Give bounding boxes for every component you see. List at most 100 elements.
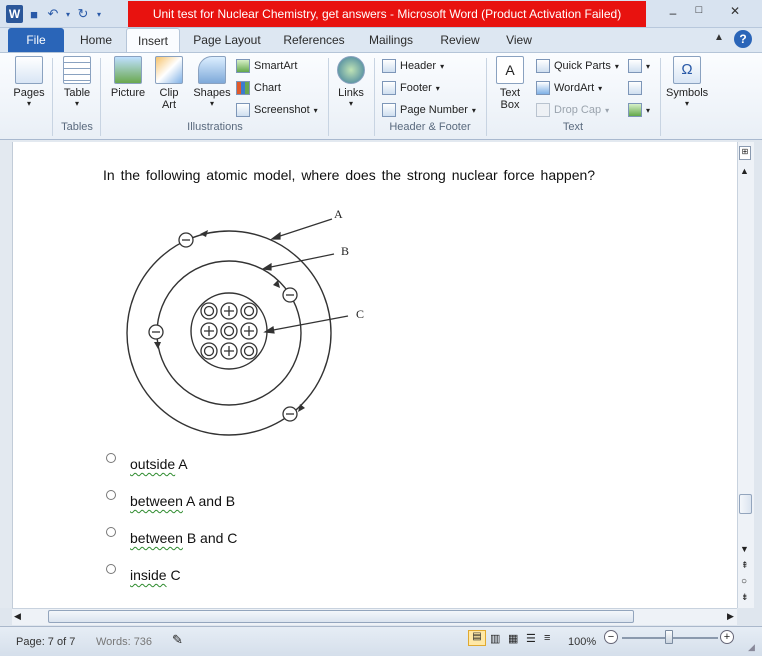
picture-button[interactable]: Picture xyxy=(106,56,150,99)
table-icon xyxy=(63,56,91,84)
horizontal-scroll-thumb[interactable] xyxy=(48,610,634,623)
zoom-slider-thumb[interactable] xyxy=(665,630,673,644)
tab-review[interactable]: Review xyxy=(432,28,488,52)
customize-qat-icon[interactable]: ▾ xyxy=(94,6,104,22)
pages-button[interactable]: Pages ▾ xyxy=(10,56,48,108)
radio-button[interactable] xyxy=(106,527,116,537)
scroll-thumb[interactable] xyxy=(739,494,752,514)
ruler-toggle-icon[interactable]: ⊞ xyxy=(739,146,751,160)
option-text: B and C xyxy=(182,530,238,546)
chart-label: Chart xyxy=(254,82,281,94)
drop-cap-label: Drop Cap xyxy=(554,104,602,116)
radio-button[interactable] xyxy=(106,564,116,574)
symbols-button[interactable]: Ω Symbols ▾ xyxy=(666,56,708,108)
scroll-right-icon[interactable]: ▶ xyxy=(727,611,734,622)
full-screen-reading-icon[interactable]: ▥ xyxy=(490,632,500,645)
links-label: Links xyxy=(338,87,364,99)
header-button[interactable]: Header ▾ xyxy=(382,57,444,75)
text-box-button[interactable]: A Text Box xyxy=(492,56,528,111)
chevron-down-icon: ▾ xyxy=(605,105,610,115)
screenshot-icon xyxy=(236,103,250,117)
page-count[interactable]: Page: 7 of 7 xyxy=(16,636,75,648)
scroll-up-icon[interactable]: ▲ xyxy=(740,166,749,176)
zoom-out-icon[interactable]: − xyxy=(604,630,618,644)
undo-icon[interactable]: ↶ xyxy=(45,6,61,22)
answer-option[interactable]: between A and B xyxy=(106,490,235,509)
web-layout-icon[interactable]: ▦ xyxy=(508,632,518,645)
picture-label: Picture xyxy=(110,87,146,99)
links-button[interactable]: Links ▾ xyxy=(334,56,368,108)
answer-option[interactable]: outside A xyxy=(106,453,188,472)
shapes-label: Shapes xyxy=(193,87,231,99)
close-button[interactable]: ✕ xyxy=(718,4,752,22)
shapes-button[interactable]: Shapes ▾ xyxy=(190,56,234,108)
table-button[interactable]: Table ▾ xyxy=(58,56,96,108)
radio-button[interactable] xyxy=(106,490,116,500)
minimize-button[interactable]: – xyxy=(664,6,682,20)
chevron-down-icon: ▾ xyxy=(313,105,318,115)
text-box-label: Text Box xyxy=(499,87,521,111)
smartart-button[interactable]: SmartArt xyxy=(236,57,297,75)
clip-art-button[interactable]: Clip Art xyxy=(152,56,186,111)
resize-grip-icon[interactable]: ◢ xyxy=(748,642,755,653)
undo-dropdown-icon[interactable]: ▾ xyxy=(64,6,72,22)
tab-file[interactable]: File xyxy=(8,28,64,52)
object-button[interactable]: ▾ xyxy=(628,101,650,119)
tab-references[interactable]: References xyxy=(278,28,350,52)
chevron-down-icon: ▾ xyxy=(684,99,689,108)
tab-insert[interactable]: Insert xyxy=(126,28,180,53)
print-layout-icon[interactable]: ▤ xyxy=(468,630,486,646)
atomic-model-diagram: A B C xyxy=(126,207,364,436)
nucleus xyxy=(200,302,258,360)
footer-button[interactable]: Footer ▾ xyxy=(382,79,440,97)
option-word: outside xyxy=(130,456,176,472)
clip-art-label: Clip Art xyxy=(159,87,179,111)
tab-mailings[interactable]: Mailings xyxy=(360,28,422,52)
signature-line-button[interactable]: ▾ xyxy=(628,57,650,75)
save-icon[interactable]: ■ xyxy=(26,6,42,22)
word-logo-icon[interactable]: W xyxy=(6,5,23,23)
symbols-label: Symbols xyxy=(666,87,709,99)
help-icon[interactable]: ? xyxy=(734,30,752,48)
tab-view[interactable]: View xyxy=(498,28,540,52)
proofing-icon[interactable]: ✎ xyxy=(172,632,183,648)
zoom-in-icon[interactable]: + xyxy=(720,630,734,644)
quick-parts-button[interactable]: Quick Parts ▾ xyxy=(536,57,619,75)
ribbon-separator xyxy=(100,58,101,136)
scroll-down-icon[interactable]: ▼ xyxy=(740,544,749,554)
redo-icon[interactable]: ↻ xyxy=(75,6,91,22)
zoom-level[interactable]: 100% xyxy=(568,636,596,648)
chart-button[interactable]: Chart xyxy=(236,79,281,97)
chevron-down-icon: ▾ xyxy=(646,61,651,71)
word-count[interactable]: Words: 736 xyxy=(96,636,152,648)
header-label: Header xyxy=(400,60,437,72)
radio-button[interactable] xyxy=(106,453,116,463)
group-label-text: Text xyxy=(562,121,584,133)
maximize-button[interactable]: □ xyxy=(690,4,708,20)
label-c: C xyxy=(356,307,364,321)
answer-option[interactable]: inside C xyxy=(106,564,181,583)
minimize-ribbon-icon[interactable]: ▲ xyxy=(714,32,724,43)
outline-icon[interactable]: ☰ xyxy=(526,632,536,645)
quick-parts-icon xyxy=(536,59,550,73)
next-page-icon[interactable]: ⇟ xyxy=(741,592,749,603)
ribbon-separator xyxy=(52,58,53,136)
group-label-header-footer: Header & Footer xyxy=(389,121,471,133)
tab-page-layout[interactable]: Page Layout xyxy=(188,28,266,52)
tab-home[interactable]: Home xyxy=(72,28,120,52)
ribbon-separator xyxy=(374,58,375,136)
select-browse-object-icon[interactable]: ○ xyxy=(741,576,747,587)
nucleus-boundary xyxy=(190,292,268,370)
vertical-scrollbar[interactable] xyxy=(737,142,754,608)
page-number-button[interactable]: Page Number ▾ xyxy=(382,101,476,119)
object-icon xyxy=(628,103,642,117)
option-text: C xyxy=(166,567,181,583)
wordart-button[interactable]: WordArt ▾ xyxy=(536,79,602,97)
draft-icon[interactable]: ≡ xyxy=(544,632,550,644)
drop-cap-button[interactable]: Drop Cap ▾ xyxy=(536,101,609,119)
scroll-left-icon[interactable]: ◀ xyxy=(14,611,21,622)
date-time-button[interactable] xyxy=(628,79,642,97)
screenshot-button[interactable]: Screenshot ▾ xyxy=(236,101,318,119)
previous-page-icon[interactable]: ⇞ xyxy=(741,560,749,571)
answer-option[interactable]: between B and C xyxy=(106,527,238,546)
